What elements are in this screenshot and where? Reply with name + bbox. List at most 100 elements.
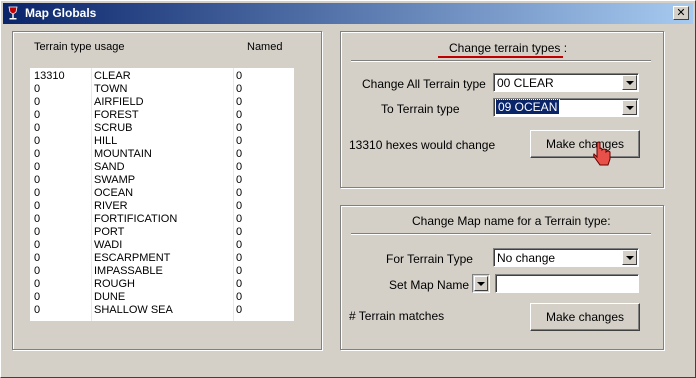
terrain-count: 0 bbox=[34, 161, 41, 173]
chevron-down-icon[interactable] bbox=[622, 100, 637, 115]
window-title: Map Globals bbox=[25, 6, 97, 20]
terrain-name: RIVER bbox=[94, 200, 128, 212]
for-terrain-label: For Terrain Type bbox=[386, 252, 473, 266]
make-changes-name-button[interactable]: Make changes bbox=[530, 303, 640, 331]
terrain-named: 0 bbox=[236, 96, 243, 108]
list-item[interactable]: 0 PORT 0 bbox=[30, 226, 294, 239]
terrain-named: 0 bbox=[236, 226, 243, 238]
terrain-named: 0 bbox=[236, 265, 243, 277]
list-item[interactable]: 0 SWAMP 0 bbox=[30, 174, 294, 187]
change-all-terrain-select[interactable]: 00 CLEAR bbox=[493, 73, 639, 92]
terrain-count: 0 bbox=[34, 278, 41, 290]
change-terrain-types-title: Change terrain types : bbox=[449, 41, 568, 55]
terrain-named: 0 bbox=[236, 291, 243, 303]
terrain-name: FOREST bbox=[94, 109, 139, 121]
terrain-name: TOWN bbox=[94, 83, 128, 95]
to-terrain-value: 09 OCEAN bbox=[494, 99, 561, 115]
close-icon: ✕ bbox=[676, 6, 686, 19]
list-item[interactable]: 0 DUNE 0 bbox=[30, 291, 294, 304]
list-item[interactable]: 0 SAND 0 bbox=[30, 161, 294, 174]
list-item[interactable]: 0 AIRFIELD 0 bbox=[30, 96, 294, 109]
terrain-named: 0 bbox=[236, 83, 243, 95]
terrain-name: FORTIFICATION bbox=[94, 213, 178, 225]
chevron-down-icon[interactable] bbox=[622, 75, 637, 90]
list-item[interactable]: 0 FOREST 0 bbox=[30, 109, 294, 122]
list-item[interactable]: 0 IMPASSABLE 0 bbox=[30, 265, 294, 278]
change-all-label: Change All Terrain type bbox=[362, 77, 486, 91]
terrain-count: 0 bbox=[34, 96, 41, 108]
terrain-name: DUNE bbox=[94, 291, 126, 303]
terrain-name: ROUGH bbox=[94, 278, 135, 290]
terrain-named: 0 bbox=[236, 109, 243, 121]
list-item[interactable]: 0 FORTIFICATION 0 bbox=[30, 213, 294, 226]
for-terrain-value: No change bbox=[497, 251, 556, 265]
list-item[interactable]: 0 RIVER 0 bbox=[30, 200, 294, 213]
terrain-count: 0 bbox=[34, 200, 41, 212]
set-map-name-label: Set Map Name bbox=[389, 278, 470, 292]
terrain-count: 0 bbox=[34, 226, 41, 238]
named-header: Named bbox=[247, 41, 283, 53]
change-all-terrain-value: 00 CLEAR bbox=[497, 76, 554, 90]
terrain-count: 0 bbox=[34, 239, 41, 251]
terrain-named: 0 bbox=[236, 135, 243, 147]
terrain-usage-list[interactable]: 13310 CLEAR 0 0 TOWN 0 0 AIRFIELD 0 0 FOREST 0 0 SCRU… bbox=[30, 68, 294, 321]
terrain-named: 0 bbox=[236, 278, 243, 290]
terrain-count: 0 bbox=[34, 265, 41, 277]
terrain-name: OCEAN bbox=[94, 187, 134, 199]
separator bbox=[351, 60, 651, 62]
terrain-name: SCRUB bbox=[94, 122, 133, 134]
map-name-input[interactable] bbox=[495, 274, 639, 293]
hexes-change-status: 13310 hexes would change bbox=[349, 138, 496, 152]
terrain-name: WADI bbox=[94, 239, 123, 251]
terrain-name: PORT bbox=[94, 226, 125, 238]
terrain-matches-label: # Terrain matches bbox=[349, 309, 445, 323]
terrain-named: 0 bbox=[236, 187, 243, 199]
terrain-name: HILL bbox=[94, 135, 118, 147]
terrain-count: 0 bbox=[34, 109, 41, 121]
wine-glass-icon bbox=[8, 6, 18, 20]
terrain-count: 0 bbox=[34, 304, 41, 316]
terrain-named: 0 bbox=[236, 122, 243, 134]
terrain-name: ESCARPMENT bbox=[94, 252, 171, 264]
terrain-name: SAND bbox=[94, 161, 125, 173]
chevron-down-icon bbox=[474, 276, 488, 291]
to-terrain-select[interactable]: 09 OCEAN bbox=[493, 98, 639, 117]
list-item[interactable]: 0 WADI 0 bbox=[30, 239, 294, 252]
hand-pointer-icon bbox=[593, 141, 611, 166]
make-changes-terrain-button[interactable]: Make changes bbox=[530, 130, 640, 158]
terrain-named: 0 bbox=[236, 148, 243, 160]
list-item[interactable]: 0 ROUGH 0 bbox=[30, 278, 294, 291]
terrain-count: 13310 bbox=[34, 70, 65, 82]
terrain-count: 0 bbox=[34, 291, 41, 303]
terrain-named: 0 bbox=[236, 174, 243, 186]
terrain-count: 0 bbox=[34, 187, 41, 199]
title-bar[interactable]: Map Globals ✕ bbox=[3, 3, 693, 24]
terrain-name: AIRFIELD bbox=[94, 96, 144, 108]
terrain-named: 0 bbox=[236, 161, 243, 173]
list-item[interactable]: 0 TOWN 0 bbox=[30, 83, 294, 96]
list-item[interactable]: 0 SHALLOW SEA 0 bbox=[30, 304, 294, 317]
list-item[interactable]: 0 ESCARPMENT 0 bbox=[30, 252, 294, 265]
list-item[interactable]: 0 HILL 0 bbox=[30, 135, 294, 148]
list-item[interactable]: 0 MOUNTAIN 0 bbox=[30, 148, 294, 161]
list-item[interactable]: 13310 CLEAR 0 bbox=[30, 70, 294, 83]
list-item[interactable]: 0 OCEAN 0 bbox=[30, 187, 294, 200]
terrain-count: 0 bbox=[34, 252, 41, 264]
change-map-name-title: Change Map name for a Terrain type: bbox=[412, 214, 611, 228]
terrain-name: IMPASSABLE bbox=[94, 265, 163, 277]
list-item[interactable]: 0 SCRUB 0 bbox=[30, 122, 294, 135]
terrain-named: 0 bbox=[236, 239, 243, 251]
terrain-named: 0 bbox=[236, 304, 243, 316]
terrain-name: CLEAR bbox=[94, 70, 131, 82]
terrain-name: SHALLOW SEA bbox=[94, 304, 173, 316]
terrain-named: 0 bbox=[236, 252, 243, 264]
chevron-down-icon[interactable] bbox=[622, 250, 637, 265]
for-terrain-select[interactable]: No change bbox=[493, 248, 639, 267]
close-button[interactable]: ✕ bbox=[673, 6, 689, 20]
map-globals-window: Map Globals ✕ Terrain type usage Named 1… bbox=[0, 0, 696, 378]
terrain-named: 0 bbox=[236, 213, 243, 225]
terrain-name: SWAMP bbox=[94, 174, 136, 186]
terrain-count: 0 bbox=[34, 83, 41, 95]
map-name-dropdown[interactable] bbox=[472, 274, 490, 293]
terrain-count: 0 bbox=[34, 174, 41, 186]
